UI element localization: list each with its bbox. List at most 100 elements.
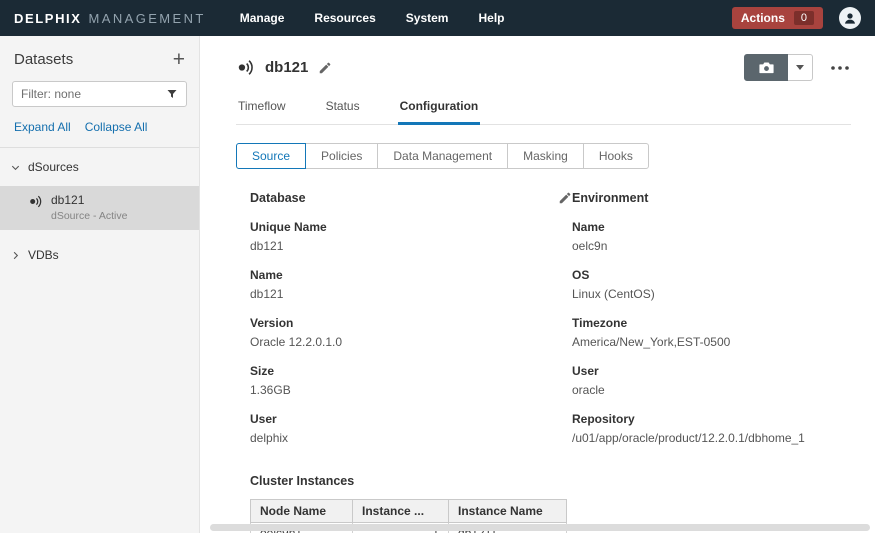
tab-configuration[interactable]: Configuration <box>398 97 481 125</box>
dataset-item-status: dSource - Active <box>51 210 127 222</box>
header-actions <box>744 54 851 81</box>
tree-section-dsources[interactable]: dSources <box>0 148 199 186</box>
brand-secondary-text: MANAGEMENT <box>89 11 206 26</box>
tree-section-label: VDBs <box>28 248 59 262</box>
dsource-icon <box>236 58 255 77</box>
sidebar-title: Datasets <box>14 51 73 68</box>
field-version: Version Oracle 12.2.0.1.0 <box>250 316 572 349</box>
field-value: oracle <box>572 383 851 397</box>
field-name: Name db121 <box>250 268 572 301</box>
dataset-item-text: db121 dSource - Active <box>51 193 127 222</box>
filter-box <box>12 81 187 107</box>
subtab-policies[interactable]: Policies <box>305 143 378 169</box>
actions-button-label: Actions <box>741 11 785 25</box>
subtab-data-management[interactable]: Data Management <box>377 143 508 169</box>
chevron-right-icon <box>10 250 21 261</box>
edit-icon <box>558 191 572 205</box>
collapse-all-link[interactable]: Collapse All <box>85 120 148 134</box>
dataset-item-db121[interactable]: db121 dSource - Active <box>0 186 199 230</box>
field-size: Size 1.36GB <box>250 364 572 397</box>
more-options-button[interactable] <box>829 64 851 72</box>
edit-database-button[interactable] <box>558 191 572 205</box>
brand-primary-text: DELPHIX <box>14 11 82 26</box>
top-navigation: DELPHIX MANAGEMENT Manage Resources Syst… <box>0 0 875 36</box>
filter-icon[interactable] <box>166 88 178 100</box>
actions-button[interactable]: Actions 0 <box>732 7 823 29</box>
field-label: Size <box>250 364 572 378</box>
expand-all-link[interactable]: Expand All <box>14 120 71 134</box>
field-repository: Repository /u01/app/oracle/product/12.2.… <box>572 412 851 445</box>
field-value: Linux (CentOS) <box>572 287 851 301</box>
snapshot-button[interactable] <box>744 54 788 81</box>
topnav-right-group: Actions 0 <box>732 7 861 29</box>
chevron-down-icon <box>10 162 21 173</box>
main-content: db121 <box>200 36 875 533</box>
page-title: db121 <box>265 59 308 76</box>
field-timezone: Timezone America/New_York,EST-0500 <box>572 316 851 349</box>
field-label: Timezone <box>572 316 851 330</box>
tree-section-label: dSources <box>28 160 79 174</box>
add-dataset-button[interactable]: + <box>173 49 185 70</box>
database-section: Database Unique Name db121 Name db121 <box>250 191 572 458</box>
dataset-item-name: db121 <box>51 193 127 207</box>
menu-item-resources[interactable]: Resources <box>314 11 375 25</box>
main-header: db121 <box>236 54 851 81</box>
field-value: delphix <box>250 431 572 445</box>
field-value: db121 <box>250 239 572 253</box>
field-label: Name <box>572 220 851 234</box>
field-os: OS Linux (CentOS) <box>572 268 851 301</box>
field-value: Oracle 12.2.0.1.0 <box>250 335 572 349</box>
more-icon <box>829 64 851 72</box>
database-heading: Database <box>250 191 306 205</box>
tab-status[interactable]: Status <box>324 97 362 124</box>
field-label: Repository <box>572 412 851 426</box>
sidebar-links: Expand All Collapse All <box>0 107 199 148</box>
column-header-node-name[interactable]: Node Name <box>251 500 353 523</box>
user-icon <box>842 10 858 26</box>
environment-heading-row: Environment <box>572 191 851 205</box>
sidebar-header: Datasets + <box>0 36 199 79</box>
field-value: oelc9n <box>572 239 851 253</box>
edit-title-button[interactable] <box>318 61 332 75</box>
menu-item-manage[interactable]: Manage <box>240 11 285 25</box>
field-label: Name <box>250 268 572 282</box>
field-db-user: User delphix <box>250 412 572 445</box>
snapshot-icon <box>758 59 775 76</box>
subtab-hooks[interactable]: Hooks <box>583 143 649 169</box>
field-label: User <box>250 412 572 426</box>
tab-timeflow[interactable]: Timeflow <box>236 97 288 124</box>
brand-logo[interactable]: DELPHIX MANAGEMENT <box>14 11 206 26</box>
edit-icon <box>318 61 332 75</box>
field-label: Version <box>250 316 572 330</box>
app-layout: Datasets + Expand All Collapse All dSour… <box>0 36 875 533</box>
actions-count-badge: 0 <box>794 11 814 25</box>
field-unique-name: Unique Name db121 <box>250 220 572 253</box>
snapshot-dropdown-button[interactable] <box>788 54 813 81</box>
dsource-icon <box>28 194 43 209</box>
menu-item-system[interactable]: System <box>406 11 449 25</box>
field-value: America/New_York,EST-0500 <box>572 335 851 349</box>
field-label: User <box>572 364 851 378</box>
horizontal-scrollbar[interactable] <box>210 524 870 531</box>
database-heading-row: Database <box>250 191 572 205</box>
tab-bar: Timeflow Status Configuration <box>236 97 851 125</box>
snapshot-button-group <box>744 54 813 81</box>
field-label: OS <box>572 268 851 282</box>
table-header-row: Node Name Instance ... Instance Name <box>251 500 567 523</box>
filter-input[interactable] <box>21 87 160 101</box>
column-header-instance-name[interactable]: Instance Name <box>449 500 567 523</box>
cluster-instances-heading: Cluster Instances <box>250 474 354 488</box>
field-value: /u01/app/oracle/product/12.2.0.1/dbhome_… <box>572 431 851 445</box>
top-menu: Manage Resources System Help <box>240 11 505 25</box>
user-avatar[interactable] <box>839 7 861 29</box>
subtab-source[interactable]: Source <box>236 143 306 169</box>
environment-heading: Environment <box>572 191 648 205</box>
column-header-instance-number[interactable]: Instance ... <box>353 500 449 523</box>
datasets-sidebar: Datasets + Expand All Collapse All dSour… <box>0 36 200 533</box>
tree-section-vdbs[interactable]: VDBs <box>0 236 199 274</box>
menu-item-help[interactable]: Help <box>478 11 504 25</box>
detail-columns: Database Unique Name db121 Name db121 <box>236 191 851 458</box>
chevron-down-icon <box>796 65 804 70</box>
field-label: Unique Name <box>250 220 572 234</box>
subtab-masking[interactable]: Masking <box>507 143 584 169</box>
